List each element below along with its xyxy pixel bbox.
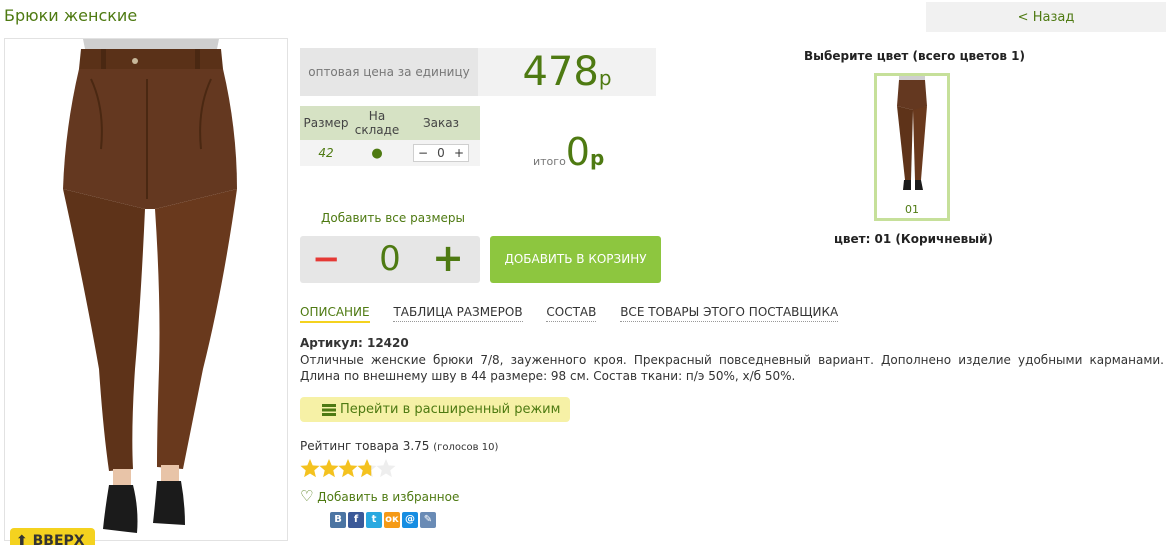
stock-header: На складе	[352, 106, 402, 140]
size-header: Размер	[300, 106, 352, 140]
tab-composition[interactable]: СОСТАВ	[546, 305, 597, 322]
list-icon	[322, 403, 336, 416]
tab-size-chart[interactable]: ТАБЛИЦА РАЗМЕРОВ	[393, 305, 523, 322]
color-thumbnail-01[interactable]: 01	[874, 73, 950, 221]
heart-icon: ♡	[300, 487, 314, 505]
social-share-bar: Вf t ок @ ✎	[330, 511, 438, 528]
order-header: Заказ	[402, 106, 480, 140]
star-filled-icon[interactable]	[338, 459, 358, 478]
product-description: Отличные женские брюки 7/8, зауженного к…	[300, 353, 1164, 383]
product-tabs: ОПИСАНИЕ ТАБЛИЦА РАЗМЕРОВ СОСТАВ ВСЕ ТОВ…	[300, 305, 858, 323]
price-label: оптовая цена за единицу	[300, 48, 478, 96]
size-qty-value[interactable]: 0	[437, 146, 445, 160]
rating-votes: (голосов 10)	[433, 442, 499, 453]
product-photo[interactable]	[4, 38, 288, 541]
page-title: Брюки женские	[4, 6, 138, 25]
price-value: 478р	[478, 48, 656, 96]
star-filled-icon[interactable]	[300, 459, 320, 478]
total-value: 0	[565, 130, 590, 174]
total-currency: р	[589, 146, 605, 170]
color-selector-title: Выберите цвет (всего цветов 1)	[804, 49, 1025, 63]
sizes-table: Размер На складе Заказ 42 ● − 0 +	[300, 106, 480, 166]
trousers-thumbnail-image	[897, 76, 927, 190]
quantity-plus-button[interactable]: +	[432, 238, 464, 278]
livejournal-icon[interactable]: ✎	[420, 512, 436, 528]
total-label: итого	[533, 155, 566, 168]
price-number: 478	[522, 49, 599, 95]
size-value: 42	[300, 140, 352, 166]
product-rating: Рейтинг товара 3.75 (голосов 10)	[300, 439, 498, 453]
mailru-icon[interactable]: @	[402, 512, 418, 528]
size-qty-plus-button[interactable]: +	[454, 145, 464, 161]
color-code-label: 01	[905, 203, 919, 216]
order-cell: − 0 +	[402, 140, 480, 166]
rating-stars[interactable]	[298, 457, 418, 481]
odnoklassniki-icon[interactable]: ок	[384, 512, 400, 528]
tab-supplier-products[interactable]: ВСЕ ТОВАРЫ ЭТОГО ПОСТАВЩИКА	[620, 305, 839, 322]
favorites-label: Добавить в избранное	[317, 490, 460, 504]
scroll-up-label: ВВЕРХ	[32, 533, 85, 545]
extended-mode-label: Перейти в расширенный режим	[340, 402, 561, 417]
star-filled-icon[interactable]	[319, 459, 339, 478]
facebook-icon[interactable]: f	[348, 512, 364, 528]
scroll-up-button[interactable]: ⬆ ВВЕРХ	[10, 528, 95, 545]
article-number: Артикул: 12420	[300, 336, 409, 350]
size-qty-minus-button[interactable]: −	[418, 145, 428, 161]
table-row: 42 ● − 0 +	[300, 140, 480, 166]
add-to-cart-button[interactable]: ДОБАВИТЬ В КОРЗИНУ	[490, 236, 661, 283]
tab-description[interactable]: ОПИСАНИЕ	[300, 305, 370, 323]
extended-mode-button[interactable]: Перейти в расширенный режим	[300, 397, 570, 422]
rating-label: Рейтинг товара 3.75	[300, 439, 430, 453]
arrow-up-icon: ⬆	[16, 533, 28, 545]
selected-color-name: цвет: 01 (Коричневый)	[834, 232, 993, 246]
back-link[interactable]: < Назад	[926, 10, 1166, 25]
add-all-sizes-link[interactable]: Добавить все размеры	[321, 211, 465, 225]
in-stock-indicator: ●	[352, 140, 402, 166]
back-button[interactable]: < Назад	[926, 2, 1166, 32]
star-outline-icon[interactable]	[376, 459, 396, 478]
price-box: оптовая цена за единицу 478р	[300, 48, 656, 96]
quantity-stepper[interactable]: − 0 +	[300, 236, 480, 283]
add-to-favorites-link[interactable]: ♡ Добавить в избранное	[300, 487, 459, 505]
price-currency: р	[598, 66, 612, 90]
order-total: итого0р	[533, 130, 604, 174]
size-quantity-stepper[interactable]: − 0 +	[413, 144, 469, 162]
twitter-icon[interactable]: t	[366, 512, 382, 528]
vk-icon[interactable]: В	[330, 512, 346, 528]
